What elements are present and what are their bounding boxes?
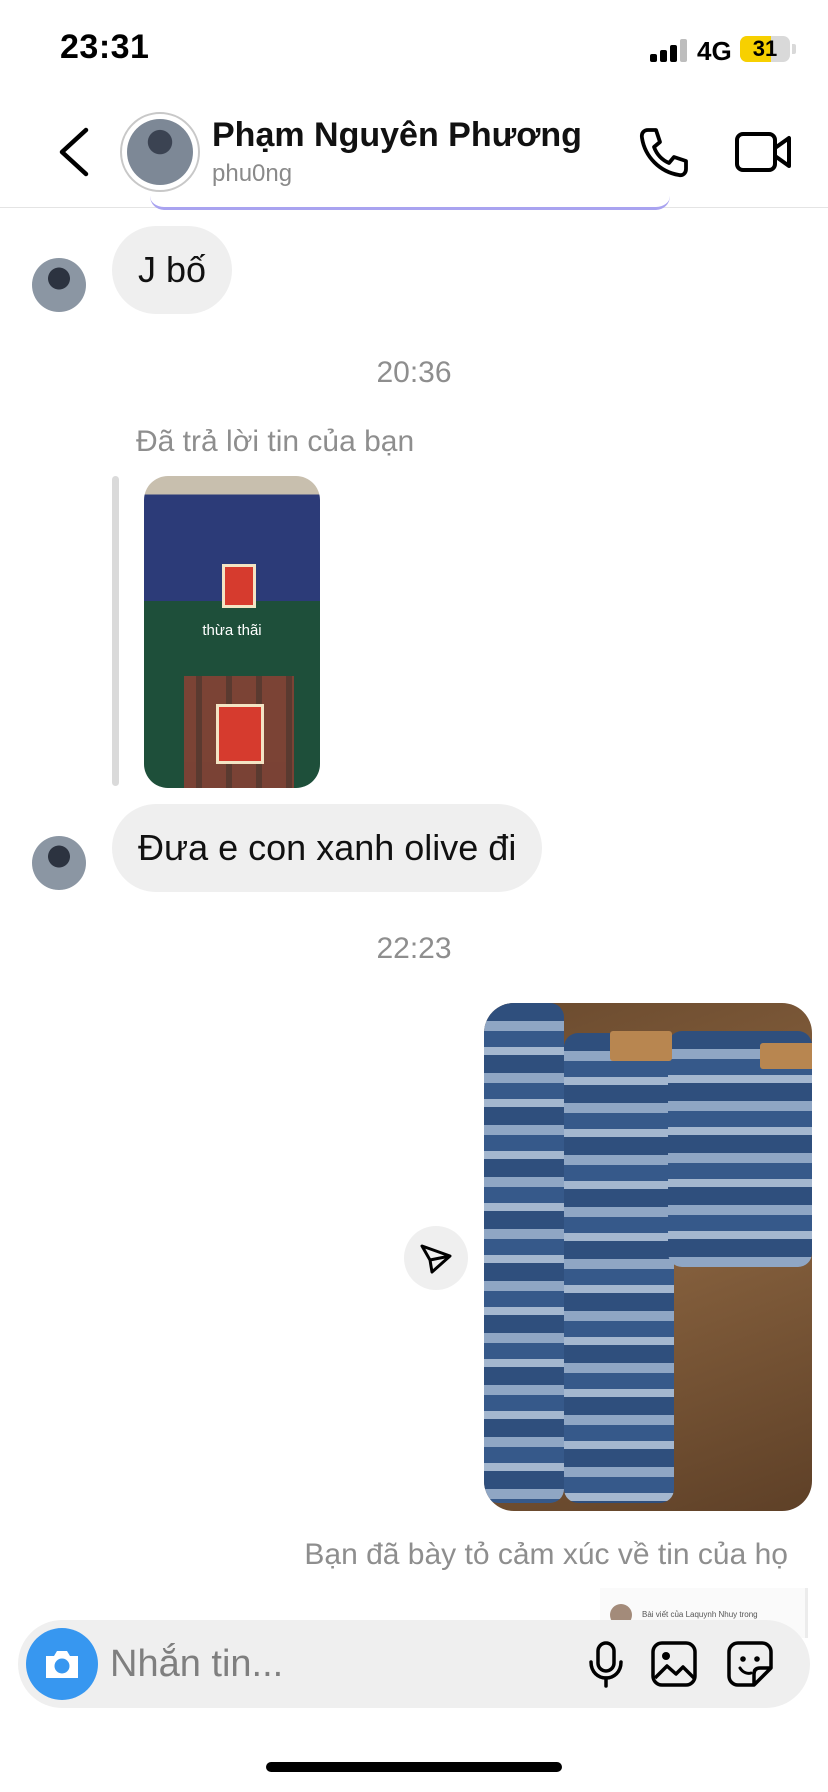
shared-post-caption: Bài viết của Laquynh Nhuy trong [642, 1610, 758, 1619]
message-composer: Nhắn tin... [18, 1620, 810, 1708]
battery-icon: 31 [740, 36, 790, 62]
network-type: 4G [697, 36, 732, 66]
reaction-note: Bạn đã bày tỏ cảm xúc về tin của họ [304, 1538, 788, 1571]
contact-name[interactable]: Phạm Nguyên Phương [212, 116, 582, 155]
photo-caption: thừa thãi [202, 622, 262, 639]
incoming-message[interactable]: J bố [112, 226, 233, 314]
reply-label: Đã trả lời tin của bạn [136, 425, 415, 458]
status-time: 23:31 [60, 28, 150, 66]
status-bar: 23:31 4G 31 [0, 0, 828, 100]
battery-level: 31 [752, 36, 778, 61]
voice-call-button[interactable] [636, 124, 692, 180]
contact-avatar[interactable] [120, 112, 200, 192]
microphone-icon [589, 1641, 623, 1688]
sent-photo[interactable] [484, 1003, 812, 1511]
incoming-message[interactable]: Đưa e con xanh olive đi [112, 804, 543, 892]
reply-bar [112, 476, 119, 786]
contact-handle[interactable]: phu0ng [212, 160, 292, 188]
sender-avatar[interactable] [32, 836, 86, 890]
send-icon [420, 1244, 452, 1274]
chevron-left-icon [59, 127, 89, 177]
video-camera-icon [735, 132, 791, 172]
chat-header: Phạm Nguyên Phương phu0ng [0, 100, 828, 208]
video-call-button[interactable] [734, 126, 792, 178]
sticker-button[interactable] [724, 1638, 776, 1690]
phone-icon [639, 128, 688, 178]
gallery-button[interactable] [648, 1638, 700, 1690]
timestamp: 20:36 [376, 356, 452, 389]
message-input[interactable]: Nhắn tin... [110, 1620, 570, 1708]
camera-button[interactable] [26, 1628, 98, 1700]
share-button[interactable] [404, 1226, 468, 1290]
shared-post-edge [150, 196, 670, 210]
microphone-button[interactable] [580, 1638, 632, 1690]
camera-icon [46, 1651, 78, 1678]
sender-avatar[interactable] [32, 258, 86, 312]
timestamp: 22:23 [376, 932, 452, 965]
back-button[interactable] [50, 124, 100, 180]
signal-icon [650, 38, 688, 62]
sticker-icon [727, 1641, 773, 1687]
replied-photo[interactable]: thừa thãi [144, 476, 320, 788]
home-indicator[interactable] [266, 1762, 562, 1772]
image-icon [651, 1641, 697, 1687]
